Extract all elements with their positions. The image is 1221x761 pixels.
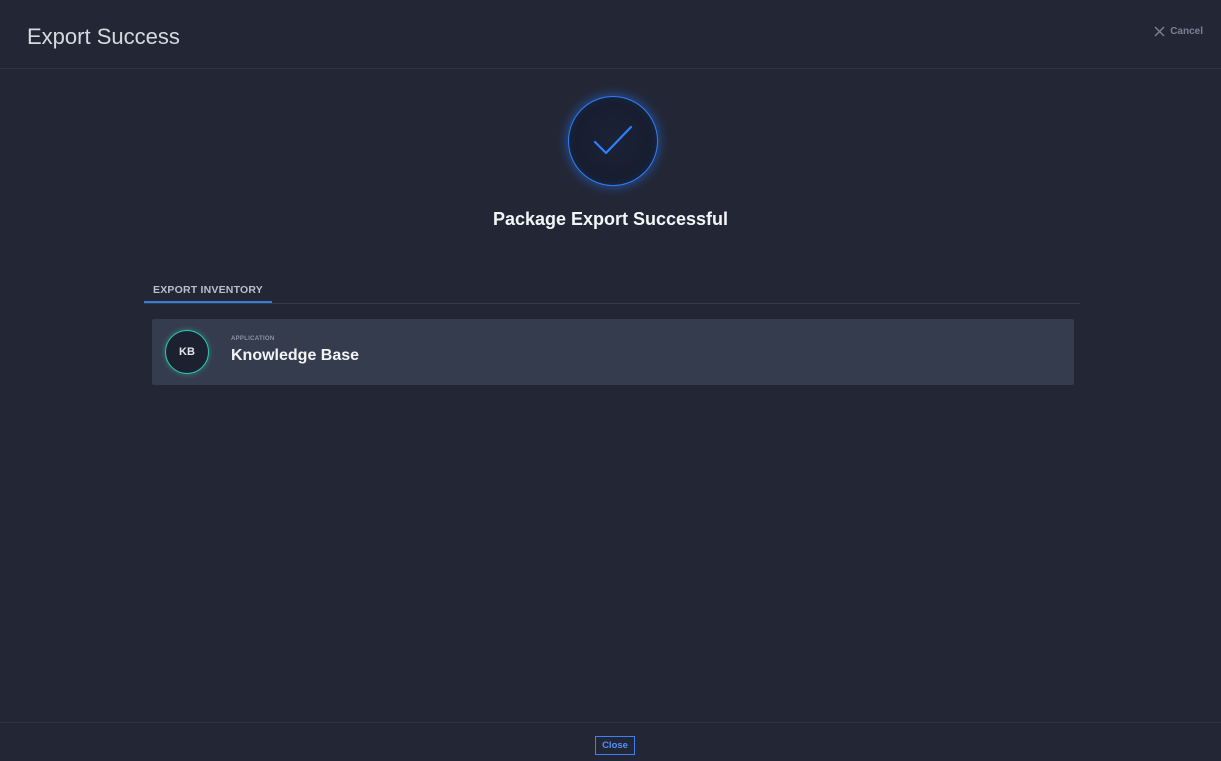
modal-footer: Close bbox=[0, 722, 1221, 761]
modal-header: Export Success Cancel bbox=[0, 0, 1221, 69]
cancel-button[interactable]: Cancel bbox=[1154, 26, 1203, 37]
export-success-modal: Export Success Cancel Package Export Suc… bbox=[0, 0, 1221, 761]
success-message: Package Export Successful bbox=[492, 209, 729, 229]
inventory-item: KB APPLICATION Knowledge Base bbox=[152, 319, 1074, 385]
item-avatar: KB bbox=[165, 330, 209, 374]
item-type-label: APPLICATION bbox=[231, 336, 275, 342]
close-button[interactable]: Close bbox=[595, 736, 635, 755]
item-name: Knowledge Base bbox=[231, 347, 360, 364]
cancel-label: Cancel bbox=[1170, 26, 1203, 37]
close-icon bbox=[1154, 26, 1165, 37]
inventory-tabs: EXPORT INVENTORY bbox=[144, 281, 1080, 304]
tab-export-inventory[interactable]: EXPORT INVENTORY bbox=[144, 281, 272, 303]
modal-title: Export Success bbox=[27, 24, 180, 49]
success-status-circle bbox=[568, 96, 658, 186]
